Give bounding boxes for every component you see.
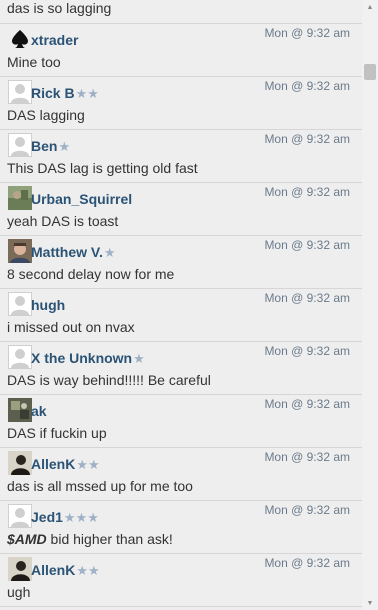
username-link[interactable]: Ben★ — [31, 138, 70, 155]
chat-message: Jed1★★★ Mon @ 9:32 am $AMD bid higher th… — [0, 501, 362, 554]
message-text: 8 second delay now for me — [7, 266, 175, 282]
chat-message: ak Mon @ 9:32 am DAS if fuckin up — [0, 395, 362, 448]
username-link[interactable]: AllenK★★ — [31, 562, 100, 579]
chat-message: AllenK★★ Mon @ 9:32 am das is all mssed … — [0, 448, 362, 501]
message-text: ugh — [7, 584, 31, 600]
message-timestamp: Mon @ 9:32 am — [264, 238, 350, 252]
message-text: i missed out on nvax — [7, 319, 135, 335]
message-text: DAS is way behind!!!!! Be careful — [7, 372, 211, 388]
user-photo-avatar-icon[interactable] — [8, 557, 32, 581]
rank-stars: ★★★ — [63, 510, 99, 525]
spade-avatar-icon[interactable] — [8, 27, 32, 51]
message-timestamp: Mon @ 9:32 am — [264, 132, 350, 146]
user-photo-avatar-icon[interactable] — [8, 186, 32, 210]
chat-message: AllenK★★ Mon @ 9:32 am ugh — [0, 554, 362, 607]
scrollbar-thumb[interactable] — [364, 64, 376, 80]
message-timestamp: Mon @ 9:32 am — [264, 397, 350, 411]
username-link[interactable]: Rick B★★ — [31, 85, 99, 102]
message-text: DAS lagging — [7, 107, 85, 123]
default-avatar-icon[interactable] — [8, 292, 32, 316]
user-photo-avatar-icon[interactable] — [8, 451, 32, 475]
chat-message: hugh Mon @ 9:32 am i missed out on nvax — [0, 289, 362, 342]
username-link[interactable]: X the Unknown★ — [31, 350, 145, 367]
user-photo-avatar-icon[interactable] — [8, 239, 32, 263]
message-timestamp: Mon @ 9:32 am — [264, 185, 350, 199]
message-timestamp: Mon @ 9:32 am — [264, 291, 350, 305]
message-text: das is all mssed up for me too — [7, 478, 193, 494]
chat-message: Matthew V.★ Mon @ 9:32 am 8 second delay… — [0, 236, 362, 289]
message-text: $AMD bid higher than ask! — [7, 531, 173, 547]
message-timestamp: Mon @ 9:32 am — [264, 79, 350, 93]
rank-stars: ★★ — [75, 86, 99, 101]
chat-message: Rick B★★ Mon @ 9:32 am DAS lagging — [0, 77, 362, 130]
rank-stars: ★ — [133, 351, 145, 366]
message-text: Mine too — [7, 54, 61, 70]
chat-message: Urban_Squirrel Mon @ 9:32 am yeah DAS is… — [0, 183, 362, 236]
username-link[interactable]: AllenK★★ — [31, 456, 100, 473]
scroll-up-icon[interactable]: ▲ — [362, 0, 378, 14]
default-avatar-icon[interactable] — [8, 80, 32, 104]
chat-scrollbar[interactable]: ▲ ▼ — [362, 0, 378, 610]
default-avatar-icon[interactable] — [8, 504, 32, 528]
chat-message: Ben★ Mon @ 9:32 am This DAS lag is getti… — [0, 130, 362, 183]
message-text: das is so lagging — [7, 0, 112, 16]
message-text: DAS if fuckin up — [7, 425, 107, 441]
chat-message-list[interactable]: das is so lagging xtrader Mon @ 9:32 am … — [0, 0, 362, 610]
message-timestamp: Mon @ 9:32 am — [264, 450, 350, 464]
rank-stars: ★★ — [76, 457, 100, 472]
username-link[interactable]: Matthew V.★ — [31, 244, 116, 261]
message-text: yeah DAS is toast — [7, 213, 119, 229]
rank-stars: ★ — [58, 139, 71, 154]
username-link[interactable]: Jed1★★★ — [31, 509, 99, 526]
chat-message: X the Unknown★ Mon @ 9:32 am DAS is way … — [0, 342, 362, 395]
scroll-down-icon[interactable]: ▼ — [362, 596, 378, 610]
user-photo-avatar-icon[interactable] — [8, 398, 32, 422]
rank-stars: ★★ — [76, 563, 100, 578]
message-text: This DAS lag is getting old fast — [7, 160, 198, 176]
default-avatar-icon[interactable] — [8, 133, 32, 157]
message-text-rest: bid higher than ask! — [46, 531, 173, 547]
message-timestamp: Mon @ 9:32 am — [264, 26, 350, 40]
chat-message: xtrader Mon @ 9:32 am Mine too — [0, 24, 362, 77]
message-timestamp: Mon @ 9:32 am — [264, 344, 350, 358]
ticker-link[interactable]: $AMD — [7, 531, 47, 547]
username-link[interactable]: xtrader — [31, 32, 79, 49]
rank-stars: ★ — [103, 245, 116, 260]
username-link[interactable]: ak — [31, 403, 48, 420]
default-avatar-icon[interactable] — [8, 345, 32, 369]
username-link[interactable]: Urban_Squirrel — [31, 191, 133, 208]
message-timestamp: Mon @ 9:32 am — [264, 556, 350, 570]
message-timestamp: Mon @ 9:32 am — [264, 503, 350, 517]
partial-message: das is so lagging — [0, 0, 362, 24]
username-link[interactable]: hugh — [31, 297, 66, 314]
